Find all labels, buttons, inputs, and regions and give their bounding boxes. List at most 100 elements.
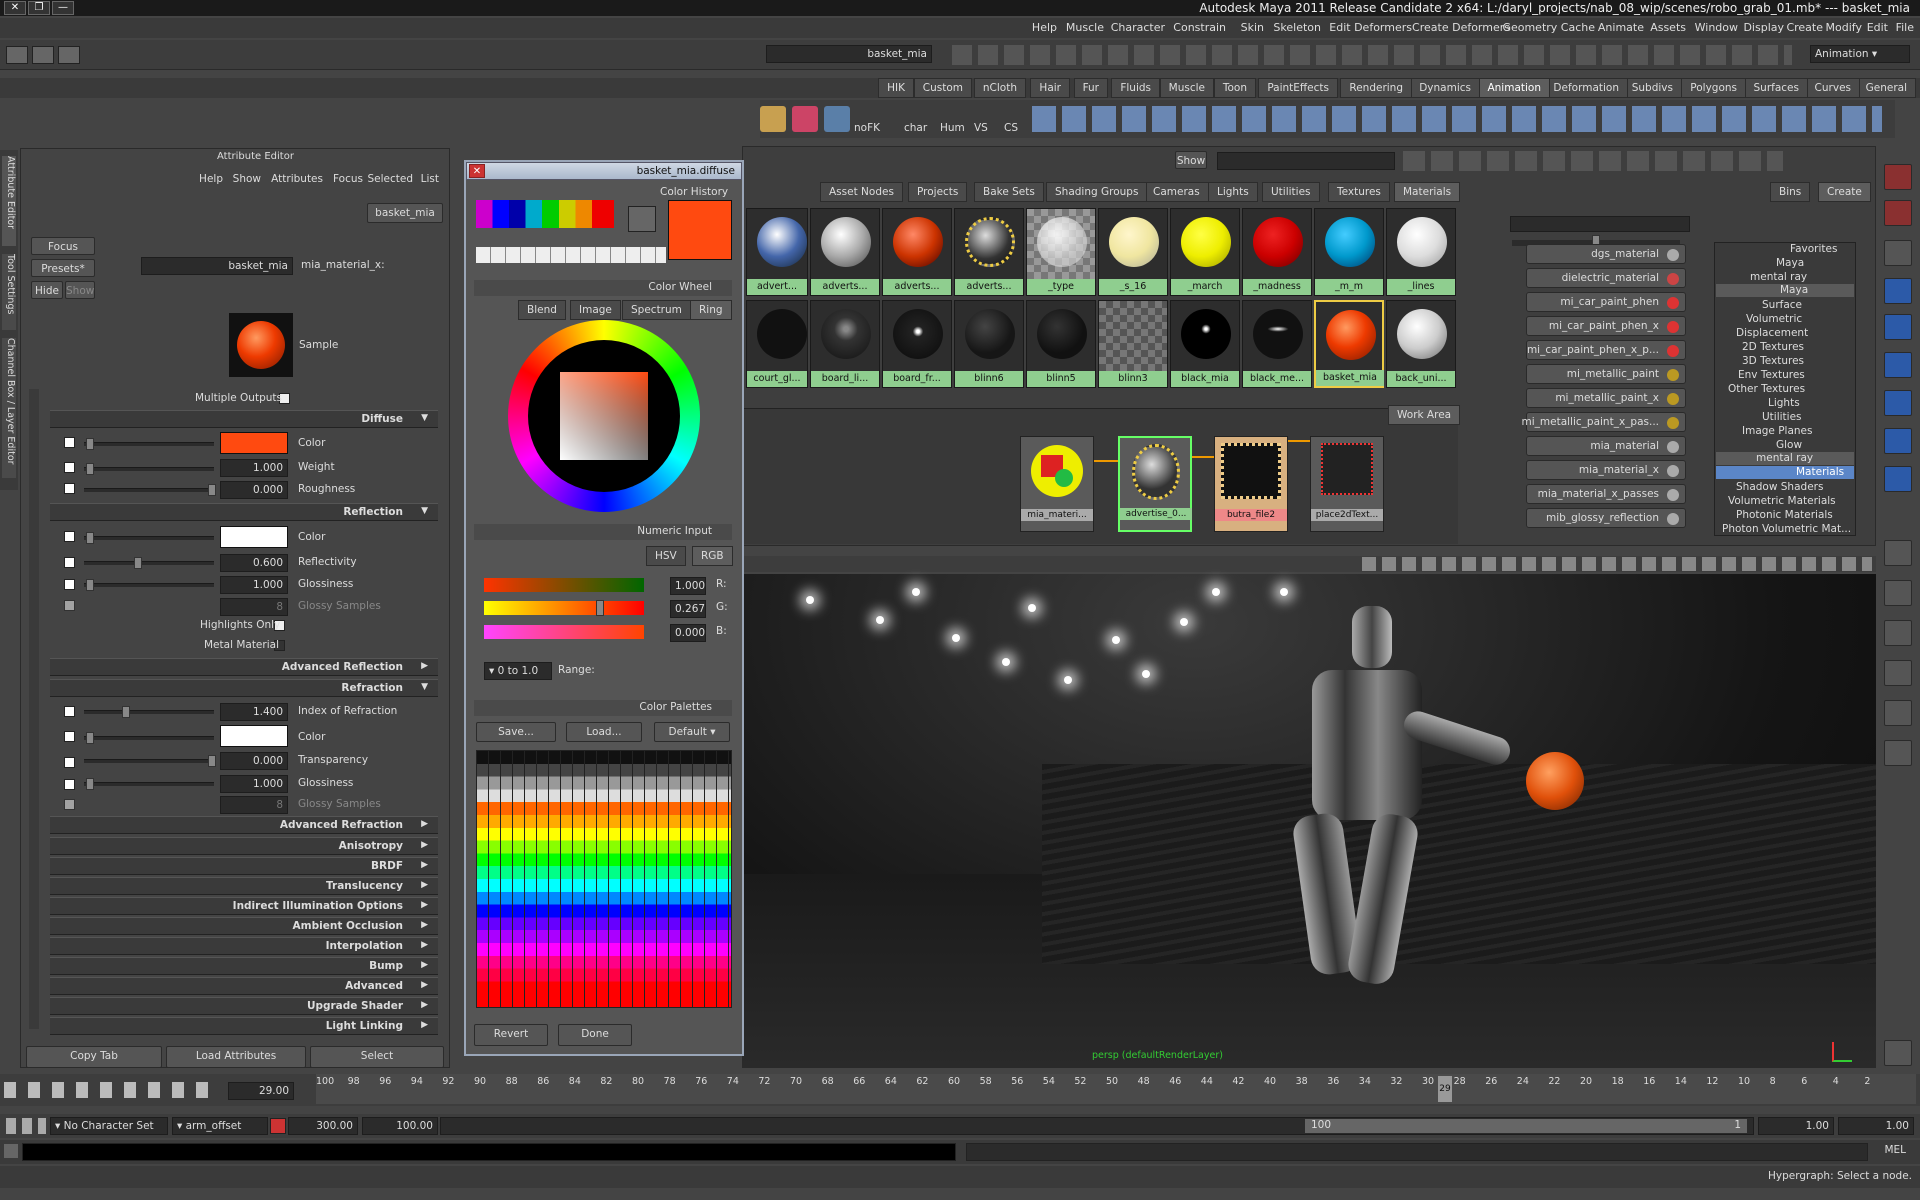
hs-tab-materials[interactable]: Materials: [1394, 182, 1461, 202]
tree-mentalray-header[interactable]: mental ray: [1716, 452, 1854, 465]
hs-tab-textures[interactable]: Textures: [1328, 182, 1390, 202]
hs-tab-shading-groups[interactable]: Shading Groups: [1046, 182, 1148, 202]
reflectivity-map-icon[interactable]: [64, 557, 75, 568]
shelf-tab-surfaces[interactable]: Surfaces: [1744, 78, 1808, 98]
ae-menu-attributes[interactable]: Attributes: [271, 173, 323, 185]
hik-head-icon[interactable]: [792, 106, 818, 132]
transparency-slider[interactable]: [84, 755, 216, 767]
refraction-glossiness-map-icon[interactable]: [64, 779, 75, 790]
ae-menu-help[interactable]: Help: [199, 173, 223, 185]
hypershade-toolbar-icons[interactable]: [1403, 151, 1783, 171]
diffuse-roughness-slider[interactable]: [84, 484, 216, 496]
hs-tab-work-area[interactable]: Work Area: [1388, 405, 1461, 425]
viewport-toolbar-icons[interactable]: [1362, 557, 1872, 571]
palette-save-button[interactable]: Save...: [476, 722, 556, 742]
hs-tab-bake-sets[interactable]: Bake Sets: [974, 182, 1044, 202]
end-time-field[interactable]: 300.00: [288, 1117, 358, 1135]
section-light-linking[interactable]: Light Linking ▶: [50, 1017, 438, 1035]
dialog-close-icon[interactable]: ✕: [469, 164, 485, 178]
g-field[interactable]: 0.267: [670, 600, 706, 618]
eyedropper-icon[interactable]: [628, 206, 656, 232]
shelf-tool-icons[interactable]: [1032, 106, 1882, 132]
tree-photonic-materials[interactable]: Photonic Materials: [1736, 509, 1833, 521]
wheel-tab-spectrum[interactable]: Spectrum: [622, 300, 691, 320]
graph-layout-icon[interactable]: [1884, 700, 1912, 726]
current-frame-marker[interactable]: 29: [1438, 1076, 1452, 1102]
menu-constrain[interactable]: Constrain: [1173, 21, 1226, 34]
shelf-tab-dynamics[interactable]: Dynamics: [1410, 78, 1480, 98]
tree-utilities[interactable]: Utilities: [1762, 411, 1802, 423]
b-slider[interactable]: [484, 625, 644, 639]
section-reflection[interactable]: Reflection ▼: [50, 503, 438, 521]
diffuse-color-map-icon[interactable]: [64, 437, 75, 448]
side-tab-tool-settings[interactable]: Tool Settings: [2, 254, 16, 330]
diffuse-weight-field[interactable]: 1.000: [220, 459, 288, 477]
anim-layer-icon[interactable]: [270, 1118, 286, 1134]
hypershade-layout-icon[interactable]: [1884, 740, 1912, 766]
color-done-button[interactable]: Done: [558, 1024, 632, 1046]
ae-menu-list[interactable]: List: [421, 173, 439, 185]
ior-slider[interactable]: [84, 706, 214, 718]
refraction-color-swatch[interactable]: [220, 725, 288, 747]
diffuse-color-swatch[interactable]: [220, 432, 288, 454]
material-thumb[interactable]: _type: [1026, 208, 1096, 296]
hs-tab-asset-nodes[interactable]: Asset Nodes: [820, 182, 903, 202]
hypershade-show-button[interactable]: Show: [1175, 151, 1207, 169]
tree-photon-volumetric[interactable]: Photon Volumetric Mat...: [1722, 523, 1851, 535]
skeleton-icon[interactable]: [824, 106, 850, 132]
anim-layer-field[interactable]: ▾ arm_offset: [172, 1117, 268, 1135]
material-thumb[interactable]: advert...: [746, 208, 808, 296]
tree-2d-textures[interactable]: 2D Textures: [1742, 341, 1804, 353]
joint-tool-icon[interactable]: [1884, 428, 1912, 454]
menu-display[interactable]: Display: [1743, 21, 1784, 34]
slider-knob[interactable]: [86, 778, 94, 790]
create-item[interactable]: mi_car_paint_phen_x_p...: [1526, 340, 1686, 360]
refraction-glossiness-field[interactable]: 1.000: [220, 775, 288, 793]
color-palette-grid[interactable]: [476, 750, 732, 1008]
color-history-swatches[interactable]: [476, 200, 614, 228]
key-icons[interactable]: [6, 1118, 46, 1134]
playback-end-field[interactable]: 100.00: [362, 1117, 438, 1135]
color-palettes-header[interactable]: Color Palettes: [474, 700, 732, 716]
shelf-tab-rendering[interactable]: Rendering: [1340, 78, 1412, 98]
character-set-field[interactable]: ▾ No Character Set: [50, 1117, 168, 1135]
menu-muscle[interactable]: Muscle: [1066, 21, 1104, 34]
create-item[interactable]: mi_car_paint_phen: [1526, 292, 1686, 312]
hs-tab-utilities[interactable]: Utilities: [1262, 182, 1320, 202]
material-thumb[interactable]: _s_16: [1098, 208, 1168, 296]
shelf-tab-hair[interactable]: Hair: [1030, 78, 1070, 98]
shelf-tab-muscle[interactable]: Muscle: [1159, 78, 1214, 98]
reflection-glossiness-field[interactable]: 1.000: [220, 576, 288, 594]
slider-knob[interactable]: [122, 706, 130, 718]
shelf-tab-hik[interactable]: HIK: [878, 78, 914, 98]
refraction-color-map-icon[interactable]: [64, 731, 75, 742]
mode-tab-rgb[interactable]: RGB: [692, 546, 733, 566]
menu-assets[interactable]: Assets: [1650, 21, 1686, 34]
hue-ring[interactable]: [508, 320, 700, 512]
shelf-tab-curves[interactable]: Curves: [1805, 78, 1860, 98]
reflectivity-field[interactable]: 0.600: [220, 554, 288, 572]
outliner-icon[interactable]: [32, 46, 54, 64]
tree-shadow-shaders[interactable]: Shadow Shaders: [1736, 481, 1823, 493]
node-file[interactable]: butra_file2: [1214, 436, 1288, 532]
slider-knob[interactable]: [208, 755, 216, 767]
tree-volumetric[interactable]: Volumetric: [1746, 313, 1802, 325]
material-thumb[interactable]: basket_mia: [1314, 300, 1384, 388]
tree-displacement[interactable]: Displacement: [1736, 327, 1808, 339]
hs-tab-create[interactable]: Create: [1818, 182, 1871, 202]
material-thumb[interactable]: board_fr...: [882, 300, 952, 388]
two-view-layout-icon[interactable]: [1884, 620, 1912, 646]
start-time-field[interactable]: 1.00: [1838, 1117, 1914, 1135]
menu-create-deformers[interactable]: Create Deformers: [1412, 21, 1510, 34]
section-advanced[interactable]: Advanced ▶: [50, 977, 438, 995]
section-translucency[interactable]: Translucency ▶: [50, 877, 438, 895]
side-tab-attribute-editor[interactable]: Attribute Editor: [2, 156, 16, 246]
slider-knob[interactable]: [86, 532, 94, 544]
range-track[interactable]: 1 100: [440, 1117, 1754, 1135]
ae-menu-focus[interactable]: Focus: [333, 173, 363, 185]
reflection-color-swatch[interactable]: [220, 526, 288, 548]
single-view-layout-icon[interactable]: [1884, 540, 1912, 566]
axis-tool-icon[interactable]: [1884, 466, 1912, 492]
refraction-color-slider[interactable]: [84, 732, 214, 744]
rotate-tool-icon[interactable]: [1884, 200, 1912, 226]
